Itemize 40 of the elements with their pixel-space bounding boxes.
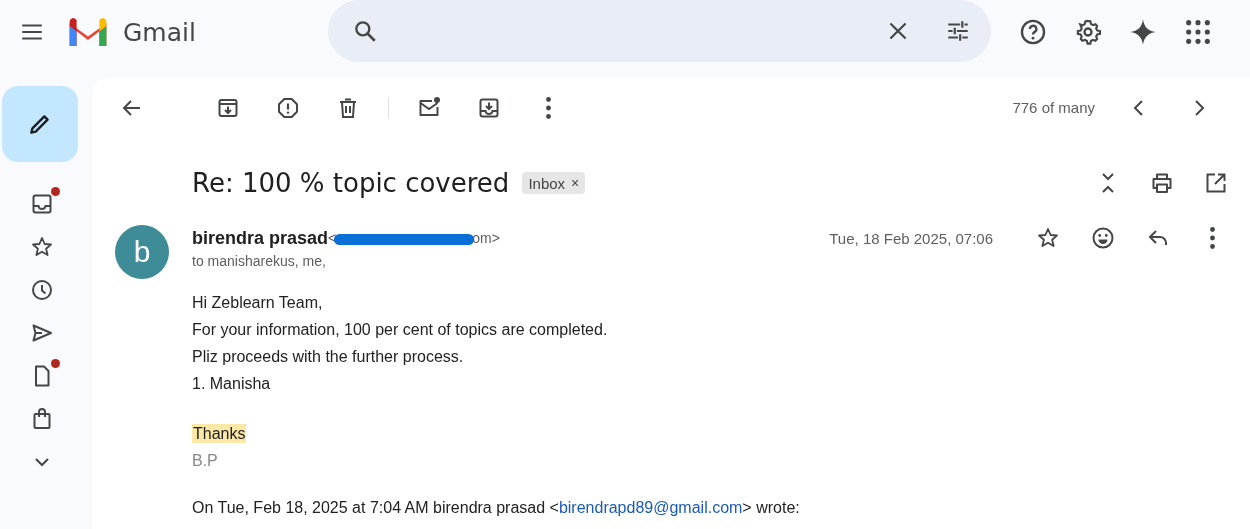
filter-sliders-icon xyxy=(945,18,971,44)
open-external-icon xyxy=(1204,171,1228,195)
search-icon xyxy=(352,18,378,44)
help-icon xyxy=(1019,18,1047,46)
envelope-logo-icon xyxy=(67,16,109,48)
app-name: Gmail xyxy=(123,17,197,47)
compose-button[interactable] xyxy=(2,86,78,162)
unread-dot xyxy=(51,359,60,368)
signature: B.P xyxy=(192,451,219,471)
clock-icon xyxy=(30,278,54,302)
email-link[interactable]: birendrapd89@gmail.com xyxy=(558,499,743,516)
recipients: to manisharekus, me, xyxy=(192,253,327,269)
sender-email-start: < xyxy=(328,230,337,246)
sender-name: birendra prasad xyxy=(192,227,329,249)
message-counter: 776 of many xyxy=(1012,99,1095,116)
sparkle-icon xyxy=(1129,18,1157,46)
apps-grid-icon xyxy=(1184,18,1212,46)
body-text-line: Pliz proceeds with the further process. xyxy=(192,347,465,367)
email-subject: Re: 100 % topic covered xyxy=(192,168,510,198)
body-text-line: 1. Manisha xyxy=(192,374,272,394)
more-vert-icon xyxy=(1210,227,1215,249)
remove-label-button[interactable]: × xyxy=(565,175,580,191)
sender-avatar: b xyxy=(115,225,169,279)
body-text-line: Hi Zeblearn Team, xyxy=(192,293,324,313)
more-vert-icon xyxy=(546,96,551,119)
quoted-header: On Tue, Feb 18, 2025 at 7:04 AM birendra prasad <birendrapd89@gmail.com> wrote: xyxy=(192,498,801,518)
send-icon xyxy=(30,321,54,345)
unread-dot xyxy=(51,187,60,196)
sender-email-end: om> xyxy=(472,230,500,246)
message-date: Tue, 18 Feb 2025, 07:06 xyxy=(829,229,993,247)
body-text-line: For your information, 100 per cent of topics are completed. xyxy=(192,320,609,340)
star-icon xyxy=(1036,226,1060,250)
closing-text: Thanks xyxy=(192,424,247,443)
settings-icon xyxy=(1074,18,1102,46)
smiley-icon xyxy=(1091,226,1115,250)
printer-icon xyxy=(1150,171,1174,195)
octagon-alert-icon xyxy=(276,95,300,120)
inbox-tray-icon xyxy=(30,192,54,216)
star-icon xyxy=(30,235,54,259)
label-text: Inbox xyxy=(528,174,566,192)
